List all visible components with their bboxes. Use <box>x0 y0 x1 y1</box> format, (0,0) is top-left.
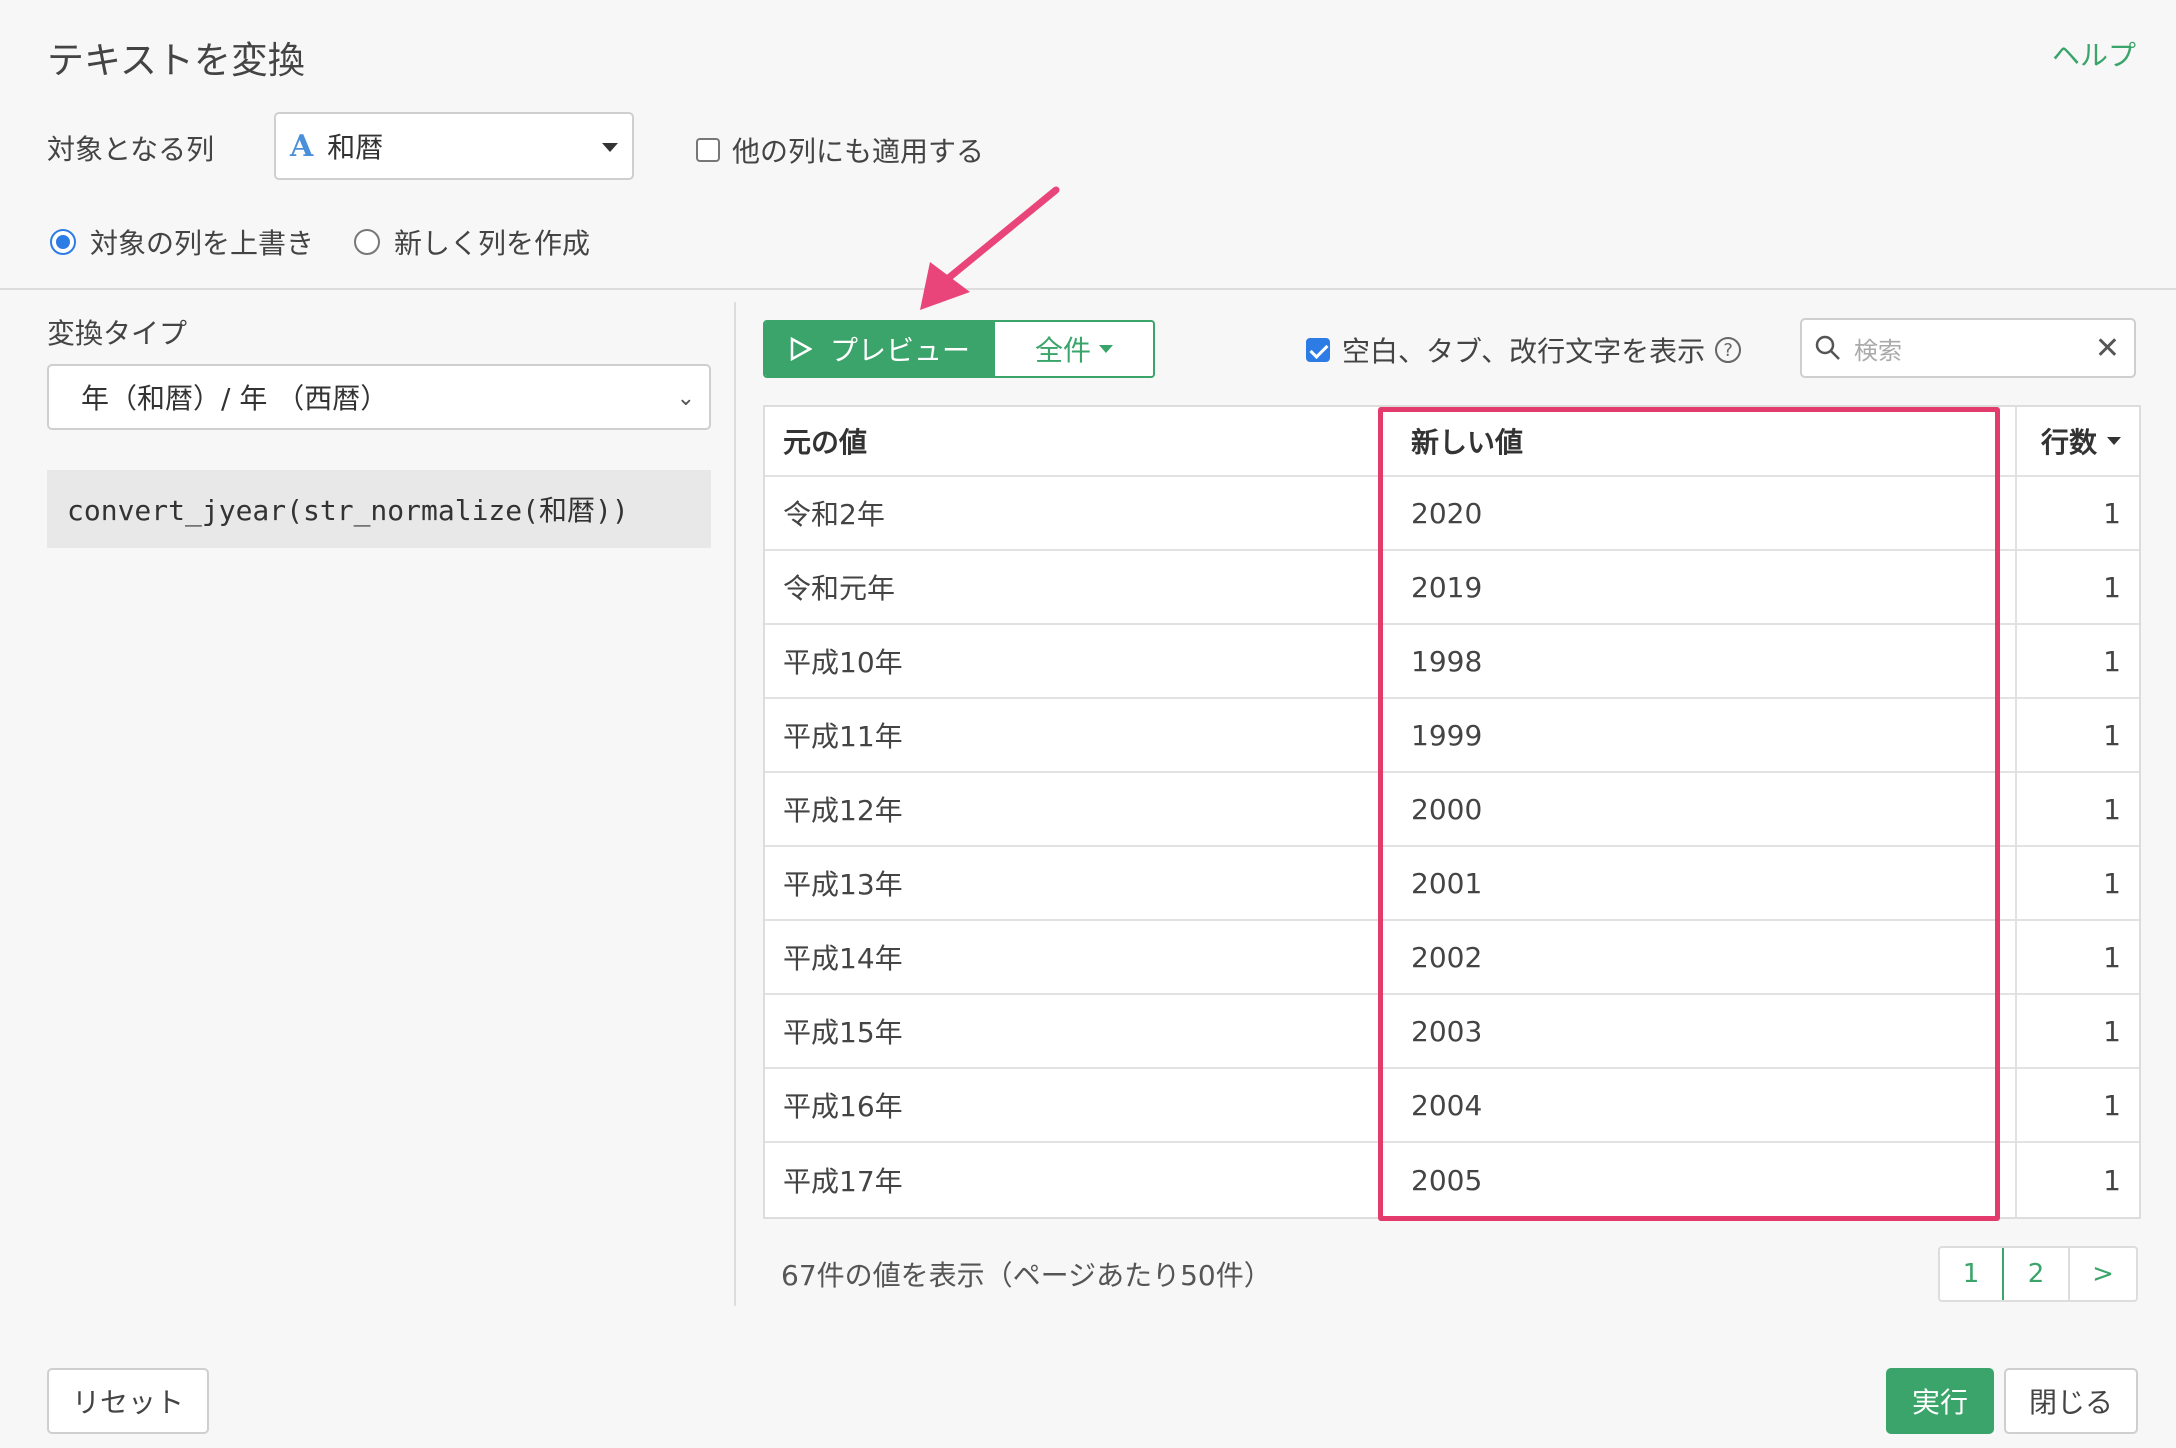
cell-original: 平成14年 <box>765 921 1381 993</box>
conversion-type-label: 変換タイプ <box>47 317 188 350</box>
radio-overwrite[interactable]: 対象の列を上書き <box>50 222 314 262</box>
header-count[interactable]: 行数 <box>2017 407 2139 475</box>
cell-original: 平成12年 <box>765 773 1381 845</box>
output-mode-group: 対象の列を上書き 新しく列を作成 <box>50 222 630 262</box>
help-link[interactable]: ヘルプ <box>2052 34 2136 74</box>
cell-original: 令和元年 <box>765 551 1381 623</box>
conversion-type-value: 年（和暦）/ 年 （西暦） <box>81 382 389 415</box>
page-2[interactable]: 2 <box>2004 1248 2070 1300</box>
table-row: 平成13年 2001 1 <box>765 847 2139 921</box>
preview-table: 元の値 新しい値 行数 令和2年 2020 1 令和元年 2019 1 平成10年 1998 1… <box>763 405 2141 1219</box>
table-row: 平成16年 2004 1 <box>765 1069 2139 1143</box>
cell-original: 平成11年 <box>765 699 1381 771</box>
results-info: 67件の値を表示（ページあたり50件） <box>781 1259 1272 1292</box>
close-button[interactable]: 閉じる <box>2004 1368 2138 1434</box>
help-icon[interactable]: ? <box>1715 337 1742 363</box>
target-column-label: 対象となる列 <box>47 133 215 166</box>
cell-count: 1 <box>2103 496 2121 530</box>
reset-button[interactable]: リセット <box>47 1368 209 1434</box>
cell-original: 令和2年 <box>765 477 1381 549</box>
all-rows-label: 全件 <box>1034 334 1091 367</box>
radio-new-column[interactable]: 新しく列を作成 <box>354 222 590 262</box>
expression-display: convert_jyear(str_normalize(和暦)) <box>47 470 711 548</box>
radio-new-column-label: 新しく列を作成 <box>394 227 591 260</box>
search-icon <box>1815 335 1840 360</box>
cell-count: 1 <box>2103 1014 2121 1048</box>
all-rows-dropdown[interactable]: 全件 <box>995 322 1153 376</box>
header-new: 新しい値 <box>1381 407 2017 475</box>
cell-original: 平成15年 <box>765 995 1381 1067</box>
cell-count: 1 <box>2103 718 2121 752</box>
cell-original: 平成13年 <box>765 847 1381 919</box>
cell-new: 2003 <box>1381 995 2017 1067</box>
table-row: 平成17年 2005 1 <box>765 1143 2139 1217</box>
caret-down-icon <box>602 143 618 152</box>
conversion-type-select[interactable]: 年（和暦）/ 年 （西暦） ⌄ <box>47 364 711 430</box>
preview-button[interactable]: プレビュー <box>765 322 995 376</box>
clear-search-icon[interactable]: ✕ <box>2095 331 2120 366</box>
cell-original: 平成10年 <box>765 625 1381 697</box>
pointer-arrow-annotation <box>920 186 1060 310</box>
preview-label: プレビュー <box>829 334 970 367</box>
table-row: 平成14年 2002 1 <box>765 921 2139 995</box>
cell-new: 2020 <box>1381 477 2017 549</box>
cell-count: 1 <box>2103 644 2121 678</box>
table-row: 令和2年 2020 1 <box>765 477 2139 551</box>
cell-new: 2005 <box>1381 1143 2017 1217</box>
show-whitespace-toggle[interactable]: 空白、タブ、改行文字を表示 ? <box>1306 330 1742 370</box>
run-button[interactable]: 実行 <box>1886 1368 1994 1434</box>
table-row: 平成11年 1999 1 <box>765 699 2139 773</box>
sort-caret-icon <box>2107 437 2121 445</box>
apply-other-checkbox[interactable] <box>696 138 720 162</box>
table-row: 令和元年 2019 1 <box>765 551 2139 625</box>
table-header: 元の値 新しい値 行数 <box>765 407 2139 477</box>
pagination: 1 2 > <box>1938 1246 2138 1302</box>
cell-new: 2004 <box>1381 1069 2017 1141</box>
cell-new: 1999 <box>1381 699 2017 771</box>
cell-new: 2002 <box>1381 921 2017 993</box>
dialog-title: テキストを変換 <box>47 39 305 82</box>
table-row: 平成12年 2000 1 <box>765 773 2139 847</box>
cell-count: 1 <box>2103 570 2121 604</box>
page-next[interactable]: > <box>2070 1248 2136 1300</box>
apply-other-columns[interactable]: 他の列にも適用する <box>696 130 984 170</box>
chevron-down-icon: ⌄ <box>676 386 695 411</box>
table-row: 平成15年 2003 1 <box>765 995 2139 1069</box>
cell-new: 2019 <box>1381 551 2017 623</box>
search-input[interactable]: 検索 <box>1854 331 2095 366</box>
header-count-label: 行数 <box>2040 426 2097 459</box>
play-icon <box>790 337 812 361</box>
cell-new: 1998 <box>1381 625 2017 697</box>
cell-new: 2001 <box>1381 847 2017 919</box>
show-whitespace-checkbox[interactable] <box>1306 338 1330 362</box>
cell-new: 2000 <box>1381 773 2017 845</box>
preview-button-group: プレビュー 全件 <box>763 320 1155 378</box>
cell-original: 平成17年 <box>765 1143 1381 1217</box>
divider-horizontal <box>0 288 2176 290</box>
page-1[interactable]: 1 <box>1940 1248 2004 1300</box>
header-original: 元の値 <box>765 407 1381 475</box>
cell-count: 1 <box>2103 940 2121 974</box>
apply-other-label: 他の列にも適用する <box>732 135 985 168</box>
table-row: 平成10年 1998 1 <box>765 625 2139 699</box>
divider-vertical <box>734 302 736 1306</box>
radio-overwrite-label: 対象の列を上書き <box>90 227 315 260</box>
show-whitespace-label: 空白、タブ、改行文字を表示 <box>1342 335 1706 368</box>
cell-count: 1 <box>2103 1088 2121 1122</box>
search-box[interactable]: 検索 ✕ <box>1800 318 2136 378</box>
cell-count: 1 <box>2103 792 2121 826</box>
radio-overwrite-button[interactable] <box>50 229 76 255</box>
target-column-select[interactable]: A 和暦 <box>274 112 634 180</box>
radio-new-column-button[interactable] <box>354 229 381 255</box>
target-column-value: 和暦 <box>327 131 384 164</box>
cell-count: 1 <box>2103 1163 2121 1197</box>
text-type-icon: A <box>290 128 314 164</box>
caret-down-icon <box>1099 345 1113 353</box>
cell-count: 1 <box>2103 866 2121 900</box>
cell-original: 平成16年 <box>765 1069 1381 1141</box>
